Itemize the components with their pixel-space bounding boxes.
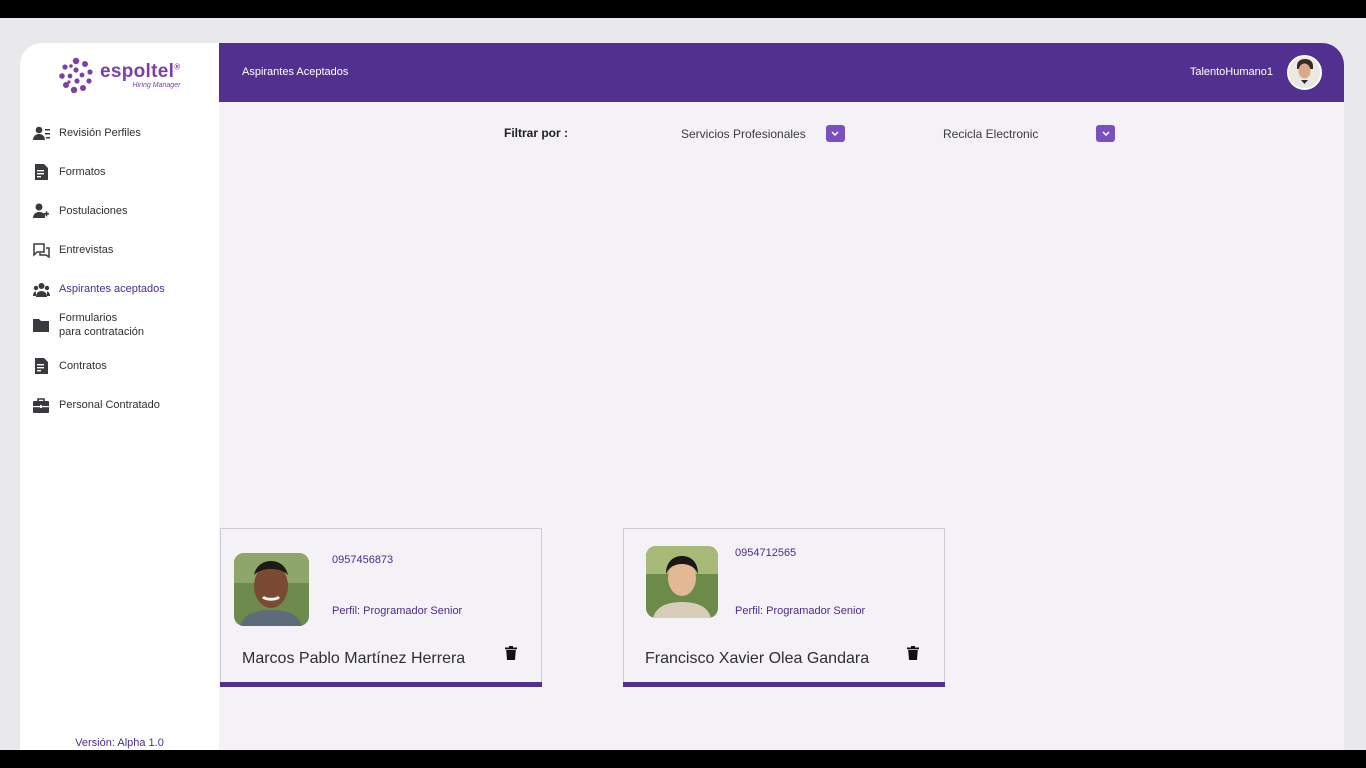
candidate-name: Marcos Pablo Martínez Herrera: [242, 650, 466, 667]
espoltel-logo[interactable]: espoltel® Hiring Manager: [58, 57, 188, 94]
candidate-photo: [234, 553, 309, 626]
sidebar-item-label: Contratos: [59, 360, 107, 372]
candidate-card[interactable]: 0957456873 Perfil: Programador Senior Ma…: [220, 528, 542, 687]
sidebar-item-label: Postulaciones: [59, 205, 128, 217]
page-title: Aspirantes Aceptados: [242, 66, 349, 78]
candidate-card[interactable]: 0954712565 Perfil: Programador Senior Fr…: [623, 528, 945, 687]
sidebar-item-postulaciones[interactable]: Postulaciones: [32, 202, 212, 220]
screen-top-border: [0, 0, 1366, 18]
sidebar-item-revision-perfiles[interactable]: Revisión Perfiles: [32, 124, 212, 142]
company-select[interactable]: Recicla Electronic: [943, 125, 1116, 142]
group-icon: [32, 280, 50, 298]
trash-icon: [907, 646, 919, 660]
document-icon: [32, 357, 50, 375]
chat-icon: [32, 241, 50, 259]
briefcase-icon: [32, 396, 50, 414]
avatar[interactable]: [1287, 55, 1322, 90]
document-icon: [32, 163, 50, 181]
card-accent-bar: [220, 682, 542, 687]
service-select-value: Servicios Profesionales: [681, 126, 806, 141]
sidebar-item-label: Revisión Perfiles: [59, 127, 141, 139]
sidebar-item-entrevistas[interactable]: Entrevistas: [32, 241, 212, 259]
brand-tagline: Hiring Manager: [132, 81, 181, 89]
candidate-profile: Perfil: Programador Senior: [735, 605, 866, 617]
logo-mark-icon: [58, 57, 94, 94]
candidate-id: 0957456873: [332, 554, 394, 566]
username[interactable]: TalentoHumano1: [1190, 66, 1273, 78]
sidebar-item-personal-contratado[interactable]: Personal Contratado: [32, 396, 212, 414]
chevron-down-icon: [1102, 130, 1110, 136]
trash-icon: [505, 646, 517, 660]
sidebar-item-label: Entrevistas: [59, 244, 114, 256]
sidebar: espoltel® Hiring Manager Revisión Perfil…: [20, 43, 219, 768]
sidebar-item-label: Formatos: [59, 166, 106, 178]
sidebar-item-formularios-contratacion[interactable]: Formularios para contratación: [32, 311, 212, 339]
card-accent-bar: [623, 682, 945, 687]
delete-button[interactable]: [907, 646, 919, 660]
add-user-icon: [32, 202, 50, 220]
company-select-value: Recicla Electronic: [943, 126, 1039, 141]
sidebar-item-aspirantes-aceptados[interactable]: Aspirantes aceptados: [32, 280, 212, 298]
candidate-photo: [646, 546, 718, 618]
sidebar-item-contratos[interactable]: Contratos: [32, 357, 212, 375]
sidebar-item-label: Aspirantes aceptados: [59, 283, 165, 295]
folder-icon: [32, 316, 50, 334]
service-select-toggle[interactable]: [825, 125, 845, 142]
candidate-id: 0954712565: [735, 547, 797, 559]
brand-name: espoltel®: [100, 60, 181, 82]
candidate-profile: Perfil: Programador Senior: [332, 605, 463, 617]
service-select[interactable]: Servicios Profesionales: [681, 125, 845, 142]
app-frame: espoltel® Hiring Manager Revisión Perfil…: [0, 18, 1366, 768]
version-label: Versión: Alpha 1.0: [75, 737, 164, 749]
candidate-name: Francisco Xavier Olea Gandara: [645, 650, 870, 667]
user-list-icon: [32, 124, 50, 142]
sidebar-item-label: Personal Contratado: [59, 399, 160, 411]
company-select-toggle[interactable]: [1096, 125, 1116, 142]
top-header: Aspirantes Aceptados TalentoHumano1: [219, 43, 1344, 102]
screen-bottom-border: [0, 750, 1366, 768]
sidebar-item-formatos[interactable]: Formatos: [32, 163, 212, 181]
chevron-down-icon: [831, 130, 839, 136]
app-window: espoltel® Hiring Manager Revisión Perfil…: [20, 43, 1344, 768]
sidebar-item-label: Formularios para contratación: [59, 312, 144, 338]
filter-label: Filtrar por :: [504, 126, 569, 140]
delete-button[interactable]: [505, 646, 517, 660]
